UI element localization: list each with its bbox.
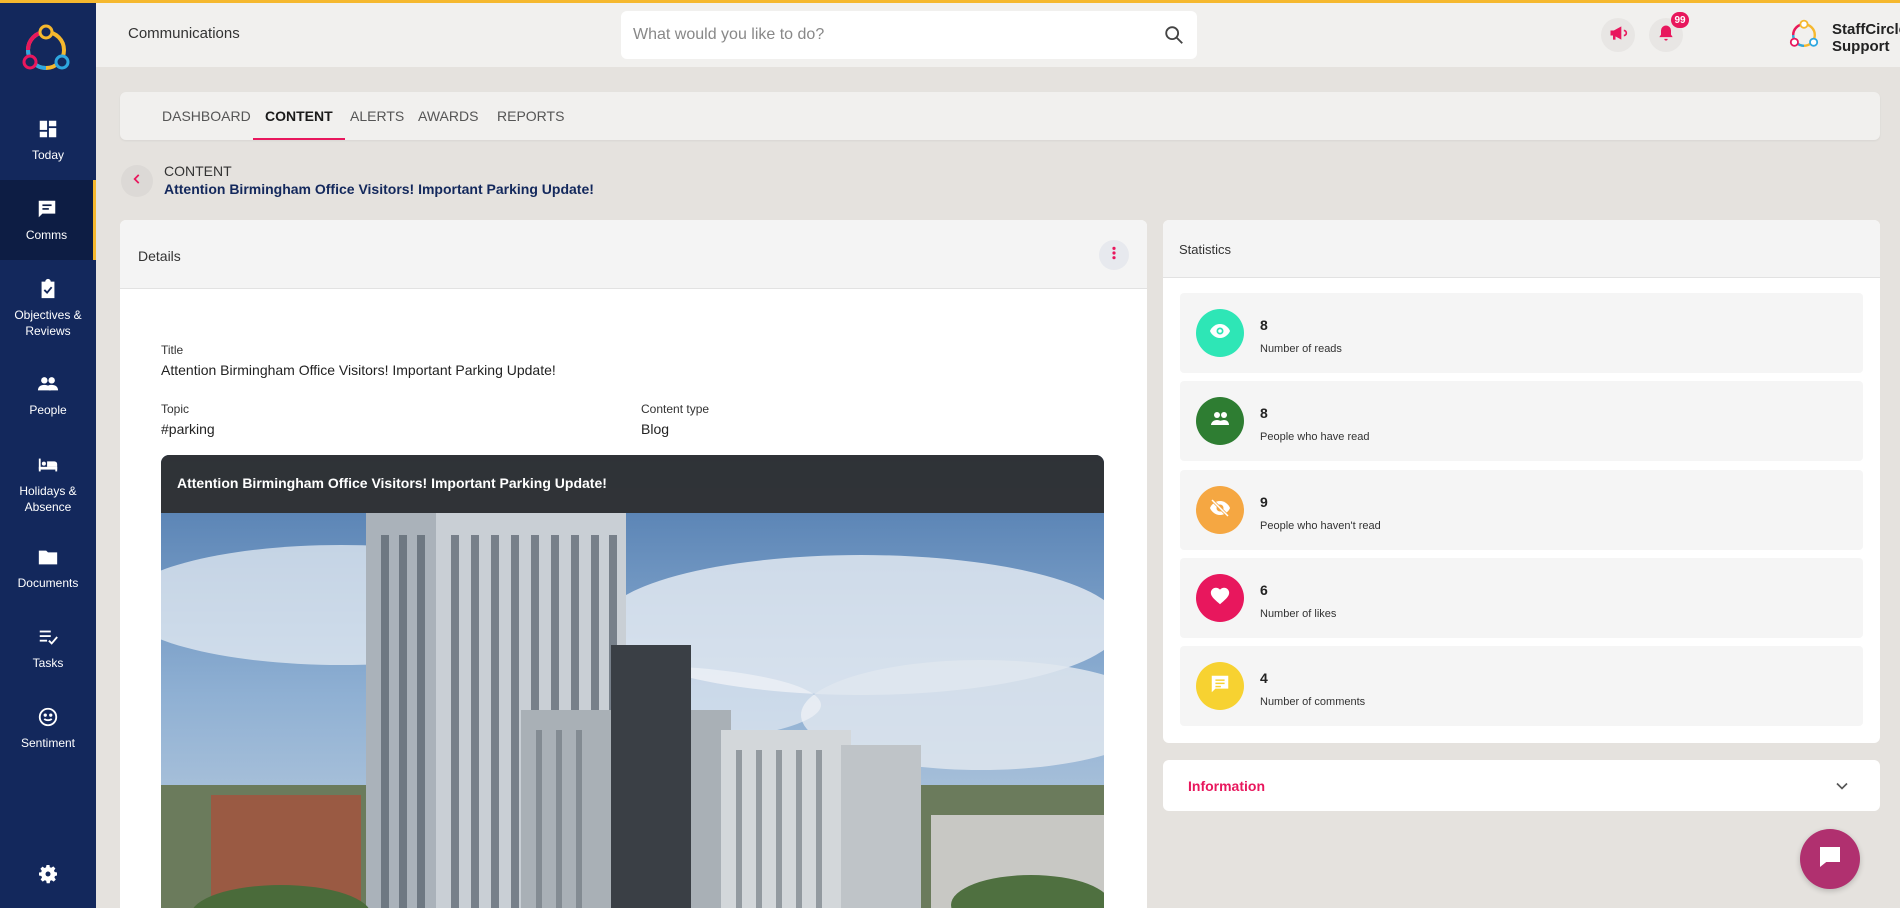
information-heading: Information: [1188, 778, 1265, 794]
sidebar-item-sentiment[interactable]: Sentiment: [0, 688, 96, 768]
notification-count-badge: 99: [1671, 12, 1689, 28]
stat-label: People who have read: [1260, 431, 1370, 443]
stat-value: 8: [1260, 405, 1268, 421]
settings-gear-icon[interactable]: [36, 862, 60, 886]
breadcrumb-title: Attention Birmingham Office Visitors! Im…: [164, 181, 594, 197]
stat-value: 4: [1260, 670, 1268, 686]
sidebar-item-today[interactable]: Today: [0, 100, 96, 180]
stat-value: 6: [1260, 582, 1268, 598]
back-button[interactable]: [121, 165, 153, 197]
sidebar-item-holidays-absence[interactable]: Holidays & Absence: [0, 444, 96, 524]
eye-off-icon: [1208, 496, 1232, 525]
sidebar-item-objectives-reviews[interactable]: Objectives & Reviews: [0, 268, 96, 348]
people-icon: [36, 372, 60, 396]
megaphone-icon: [1608, 23, 1628, 48]
chevron-down-icon[interactable]: [1832, 776, 1852, 796]
user-menu[interactable]: StaffCircle Support: [1786, 17, 1900, 58]
stat-have-read-badge: [1196, 397, 1244, 445]
office-building-photo: [161, 455, 1104, 908]
sidebar-item-label: Holidays & Absence: [19, 484, 77, 514]
top-accent-strip: [0, 0, 1900, 3]
kebab-menu-icon: [1106, 245, 1122, 266]
dashboard-icon: [36, 117, 60, 141]
content-type-value: Blog: [641, 421, 670, 437]
sidebar-item-label: Today: [31, 148, 65, 162]
folder-icon: [36, 545, 60, 569]
bed-icon: [36, 453, 60, 477]
details-card-header: Details: [120, 220, 1147, 289]
user-avatar-logo: [1786, 17, 1822, 58]
stat-value: 9: [1260, 494, 1268, 510]
hero-title-banner: Attention Birmingham Office Visitors! Im…: [161, 455, 1104, 513]
topic-value: #parking: [161, 421, 215, 437]
topic-label: Topic: [161, 402, 190, 416]
search-icon[interactable]: [1163, 24, 1185, 46]
sidebar-item-label: Documents: [17, 576, 79, 590]
page-title: Communications: [128, 25, 240, 42]
title-label: Title: [161, 343, 184, 357]
user-name: StaffCircle Support: [1832, 20, 1900, 55]
sidebar-item-label: Sentiment: [20, 736, 76, 750]
tab-awards[interactable]: AWARDS: [406, 92, 490, 140]
eye-icon: [1208, 319, 1232, 348]
search-input[interactable]: [633, 26, 1163, 44]
sidebar-item-comms[interactable]: Comms: [0, 180, 96, 260]
tab-content[interactable]: CONTENT: [253, 92, 345, 140]
stat-label: People who haven't read: [1260, 520, 1381, 532]
sidebar-item-label: Comms: [25, 228, 68, 242]
information-accordion[interactable]: Information: [1163, 760, 1880, 811]
sidebar-item-label: Objectives & Reviews: [14, 308, 82, 338]
stat-people-who-havent-read: 9 People who haven't read: [1180, 470, 1863, 550]
title-value: Attention Birmingham Office Visitors! Im…: [161, 362, 556, 378]
announcement-button[interactable]: [1601, 18, 1635, 52]
comment-icon: [1209, 673, 1231, 700]
smiley-icon: [36, 705, 60, 729]
chat-launcher-button[interactable]: [1800, 829, 1860, 889]
stat-reads-badge: [1196, 309, 1244, 357]
tab-dashboard[interactable]: DASHBOARD: [150, 92, 263, 140]
tab-alerts[interactable]: ALERTS: [338, 92, 416, 140]
chat-icon: [35, 197, 59, 221]
sidebar: Today Comms Objectives & Reviews People …: [0, 0, 96, 908]
details-heading: Details: [138, 248, 181, 264]
statistics-card-header: Statistics: [1163, 220, 1880, 278]
stat-value: 8: [1260, 317, 1268, 333]
sidebar-item-label: Tasks: [32, 656, 64, 670]
statistics-heading: Statistics: [1179, 242, 1232, 257]
hero-title: Attention Birmingham Office Visitors! Im…: [177, 475, 607, 491]
stat-people-who-have-read: 8 People who have read: [1180, 381, 1863, 461]
heart-icon: [1209, 585, 1231, 612]
stat-label: Number of reads: [1260, 343, 1342, 355]
stat-number-of-reads: 8 Number of reads: [1180, 293, 1863, 373]
sidebar-item-documents[interactable]: Documents: [0, 528, 96, 608]
more-options-button[interactable]: [1099, 240, 1129, 270]
sidebar-item-label: People: [29, 403, 67, 417]
stat-comments-badge: [1196, 662, 1244, 710]
sidebar-item-tasks[interactable]: Tasks: [0, 608, 96, 688]
content-type-label: Content type: [641, 402, 710, 416]
details-card: Details Title Attention Birmingham Offic…: [120, 220, 1147, 908]
stat-havent-read-badge: [1196, 486, 1244, 534]
notifications-button[interactable]: 99: [1649, 12, 1689, 52]
top-header: Communications 99 StaffCircle Support: [96, 3, 1900, 67]
chat-bubble-icon: [1815, 842, 1845, 877]
hero-image: Attention Birmingham Office Visitors! Im…: [161, 455, 1104, 908]
stat-label: Number of comments: [1260, 696, 1366, 708]
stat-label: Number of likes: [1260, 608, 1337, 620]
tab-reports[interactable]: REPORTS: [485, 92, 576, 140]
clipboard-check-icon: [36, 277, 60, 301]
search-bar[interactable]: [621, 11, 1197, 59]
chevron-left-icon: [130, 172, 144, 191]
stat-number-of-comments: 4 Number of comments: [1180, 646, 1863, 726]
bell-icon: [1656, 23, 1676, 48]
sidebar-item-people[interactable]: People: [0, 355, 96, 435]
section-tabs: DASHBOARD CONTENT ALERTS AWARDS REPORTS: [120, 92, 1880, 140]
breadcrumb-section: CONTENT: [164, 163, 232, 179]
staffcircle-logo[interactable]: [16, 20, 76, 80]
people-icon: [1208, 407, 1232, 436]
task-list-icon: [36, 625, 60, 649]
stat-number-of-likes: 6 Number of likes: [1180, 558, 1863, 638]
statistics-card: Statistics 8 Number of reads 8 People wh…: [1163, 220, 1880, 743]
stat-likes-badge: [1196, 574, 1244, 622]
